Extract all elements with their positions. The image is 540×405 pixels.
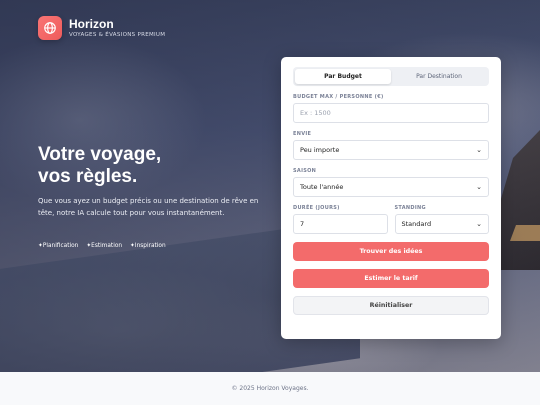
envie-label: ENVIE xyxy=(293,131,312,137)
feature-estimation: Estimation xyxy=(86,243,122,249)
feature-list: Planification Estimation Inspiration xyxy=(38,243,166,249)
budget-placeholder: Ex : 1500 xyxy=(300,109,331,117)
chevron-down-icon: ⌄ xyxy=(476,220,482,228)
duree-value: 7 xyxy=(300,220,305,228)
headline-line-2: vos règles. xyxy=(38,166,138,187)
budget-label: BUDGET MAX / PERSONNE (€) xyxy=(293,94,384,100)
reset-button[interactable]: Réinitialiser xyxy=(293,296,489,315)
feature-planification: Planification xyxy=(38,243,78,249)
duree-label: DURÉE (JOURS) xyxy=(293,205,340,211)
chevron-down-icon: ⌄ xyxy=(476,146,482,154)
estimate-price-button[interactable]: Estimer le tarif xyxy=(293,269,489,288)
tab-par-budget[interactable]: Par Budget xyxy=(295,69,391,84)
duree-input[interactable]: 7 xyxy=(293,214,388,234)
envie-value: Peu importe xyxy=(300,146,340,154)
copyright-text: © 2025 Horizon Voyages. xyxy=(231,385,309,392)
standing-value: Standard xyxy=(401,220,432,228)
find-ideas-button[interactable]: Trouver des idées xyxy=(293,242,489,261)
saison-label: SAISON xyxy=(293,168,317,174)
saison-value: Toute l'année xyxy=(300,183,344,191)
globe-icon xyxy=(38,16,62,40)
brand-tagline: VOYAGES & ÉVASIONS PREMIUM xyxy=(69,31,166,38)
hero-headline: Votre voyage, vos règles. xyxy=(38,144,161,188)
standing-select[interactable]: Standard ⌄ xyxy=(394,214,489,234)
chevron-down-icon: ⌄ xyxy=(476,183,482,191)
duree-standing-row: DURÉE (JOURS) 7 STANDING Standard ⌄ xyxy=(293,197,489,234)
standing-label: STANDING xyxy=(394,205,426,211)
brand-name: Horizon xyxy=(69,16,114,31)
envie-select[interactable]: Peu importe ⌄ xyxy=(293,140,489,160)
feature-inspiration: Inspiration xyxy=(130,243,166,249)
brand[interactable]: Horizon VOYAGES & ÉVASIONS PREMIUM xyxy=(38,16,165,40)
search-form-card: Par Budget Par Destination BUDGET MAX / … xyxy=(281,57,501,339)
saison-select[interactable]: Toute l'année ⌄ xyxy=(293,177,489,197)
tab-par-destination[interactable]: Par Destination xyxy=(391,69,487,84)
mode-tabs: Par Budget Par Destination xyxy=(293,67,489,86)
footer: © 2025 Horizon Voyages. xyxy=(0,372,540,405)
headline-line-1: Votre voyage, xyxy=(38,144,162,165)
hero-subtitle: Que vous ayez un budget précis ou une de… xyxy=(38,197,259,217)
budget-input[interactable]: Ex : 1500 xyxy=(293,103,489,123)
